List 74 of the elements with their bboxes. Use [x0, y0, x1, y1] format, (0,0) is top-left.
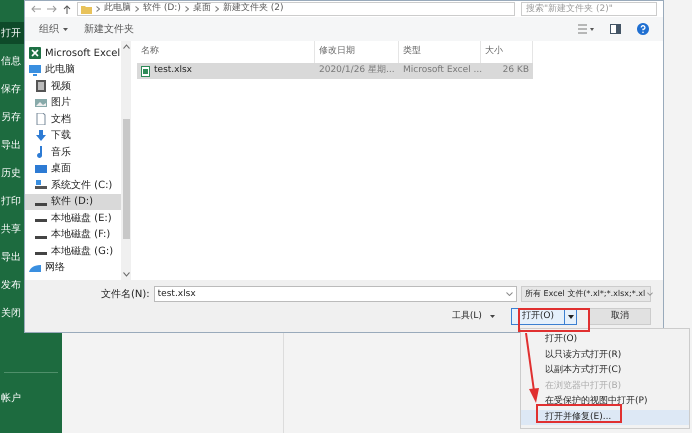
picture-icon [35, 96, 47, 109]
organize-menu[interactable]: 组织 [39, 22, 59, 36]
caret-icon[interactable] [63, 28, 68, 30]
nav-item[interactable]: 桌面 [25, 160, 121, 177]
nav-item[interactable]: Microsoft Excel [25, 45, 121, 62]
spreadsheet-file-icon [141, 66, 150, 76]
cancel-button[interactable]: 取消 [589, 308, 651, 325]
nav-item[interactable]: 本地磁盘 (G:) [25, 243, 121, 260]
caret-icon [568, 314, 574, 318]
nav-item[interactable]: 软件 (D:) [25, 194, 121, 210]
file-size: 26 KB [502, 64, 530, 78]
file-row[interactable]: test.xlsx 2020/1/26 星期... Microsoft Excel ... 26 KB [137, 63, 533, 79]
nav-item[interactable]: 此电脑 [25, 62, 121, 78]
highlight-frame [518, 308, 590, 332]
scroll-down-icon[interactable] [122, 272, 130, 277]
breadcrumb[interactable]: 软件 (D:) [143, 2, 181, 16]
nav-item[interactable]: 本地磁盘 (E:) [25, 210, 121, 226]
breadcrumb[interactable]: 新建文件夹 (2) [222, 2, 284, 16]
back-arrow-icon[interactable] [31, 5, 41, 13]
drive-icon [35, 219, 47, 222]
filename-field[interactable]: test.xlsx [154, 286, 517, 302]
scroll-up-icon[interactable] [122, 44, 130, 49]
preview-pane-icon[interactable] [610, 24, 621, 34]
drive-icon [35, 236, 47, 239]
menu-item[interactable]: 在受保护的视图中打开(P) [521, 394, 689, 410]
film-icon [35, 80, 47, 92]
scrollbar-thumb[interactable] [122, 119, 130, 239]
scrollbar[interactable] [121, 41, 131, 280]
down-arrow-icon [35, 130, 47, 142]
nav-item[interactable]: 图片 [25, 94, 121, 111]
chevron-down-icon [647, 292, 654, 296]
chevron-down-icon[interactable] [506, 292, 513, 296]
menu-item[interactable]: 以副本方式打开(C) [521, 363, 689, 378]
file-name: test.xlsx [154, 64, 192, 78]
breadcrumb[interactable]: 此电脑 [104, 2, 131, 16]
menu-item[interactable]: 以只读方式打开(R) [521, 348, 689, 363]
file-type: Microsoft Excel ... [402, 64, 481, 78]
forward-arrow-icon[interactable] [47, 5, 57, 13]
menu-item[interactable]: 打开(O) [521, 332, 689, 348]
nav-item[interactable]: 本地磁盘 (F:) [25, 226, 121, 243]
nav-item[interactable]: 视频 [25, 78, 121, 94]
view-options-icon[interactable] [578, 24, 594, 34]
new-folder-button[interactable]: 新建文件夹 [84, 22, 134, 36]
drive-icon [35, 202, 47, 206]
nav-item[interactable]: 音乐 [25, 144, 121, 160]
drive-icon [35, 179, 47, 192]
file-date: 2020/1/26 星期... [318, 64, 396, 78]
spreadsheet-icon [29, 47, 41, 60]
tools-menu[interactable]: 工具(L) [452, 310, 482, 324]
chevron-right-icon [135, 6, 139, 12]
nav-item[interactable]: 文档 [25, 111, 121, 128]
caret-icon[interactable] [490, 315, 495, 318]
chevron-right-icon [214, 6, 219, 12]
help-icon[interactable] [637, 23, 649, 35]
nav-item[interactable]: 系统文件 (C:) [25, 177, 121, 194]
search-field[interactable]: 搜索"新建文件夹 (2)" [521, 2, 657, 16]
address-bar[interactable]: 此电脑 软件 (D:) 桌面 新建文件夹 (2) [77, 2, 515, 16]
nav-item[interactable]: 网络 [25, 260, 121, 276]
menu-item[interactable]: 打开并修复(E)... [521, 410, 689, 425]
nav-item[interactable]: 下载 [25, 128, 121, 144]
breadcrumb[interactable]: 桌面 [192, 2, 211, 16]
monitor-icon [29, 64, 41, 76]
desktop-icon [35, 162, 47, 175]
file-type-dropdown[interactable]: 所有 Excel 文件(*.xl*;*.xlsx;*.xl [521, 286, 651, 302]
filename-label: 文件名(N): [101, 288, 150, 302]
chevron-right-icon [184, 6, 189, 12]
drive-icon [35, 252, 47, 256]
sidebar-item[interactable]: 帐户 [0, 391, 62, 406]
up-arrow-icon[interactable] [63, 4, 71, 14]
folder-icon [81, 4, 92, 14]
annotation-arrow [524, 333, 540, 403]
open-options-button[interactable] [564, 309, 576, 324]
chevron-right-icon [96, 6, 100, 12]
document-icon [35, 113, 47, 126]
